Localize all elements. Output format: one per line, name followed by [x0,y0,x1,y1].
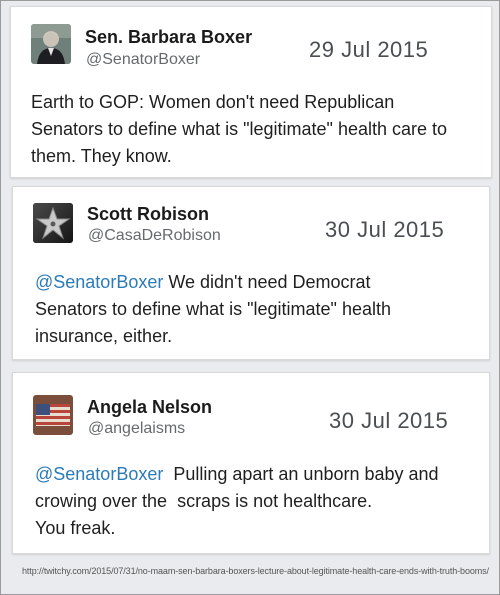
tweet-text-segment: Pulling apart an unborn baby and [163,464,439,484]
mention-link[interactable]: @SenatorBoxer [35,464,163,484]
author-handle[interactable]: @CasaDeRobison [88,227,221,245]
author-name[interactable]: Sen. Barbara Boxer [85,27,252,48]
tweet-card-robison[interactable]: Scott Robison @CasaDeRobison 30 Jul 2015… [12,186,490,360]
star-avatar-icon[interactable] [33,203,73,243]
tweet-text-line: Senators to define what is "legitimate" … [31,119,448,139]
tweet-text: Earth to GOP: Women don't need Republica… [31,89,481,170]
source-url[interactable]: http://twitchy.com/2015/07/31/no-maam-se… [22,566,489,576]
tweet-text-line: crowing over the scraps is not healthcar… [35,491,373,511]
tweet-text: @SenatorBoxer We didn't need Democrat Se… [35,269,475,350]
author-handle[interactable]: @angelaisms [88,420,185,438]
author-handle[interactable]: @SenatorBoxer [86,51,200,69]
tweet-date[interactable]: 29 Jul 2015 [309,37,428,63]
tweet-text-line: insurance, either. [35,326,173,346]
author-name[interactable]: Scott Robison [87,204,209,225]
tweet-text-line: You freak. [35,518,116,538]
tweet-text-line: them. They know. [31,146,172,166]
flag-avatar-icon[interactable] [33,395,73,435]
tweet-text-line: Senators to define what is "legitimate" … [35,299,391,319]
tweet-text-segment: We didn't need Democrat [163,272,371,292]
tweet-date[interactable]: 30 Jul 2015 [329,408,448,434]
tweet-text-line: @SenatorBoxer We didn't need Democrat [35,269,475,296]
tweet-card-nelson[interactable]: Angela Nelson @angelaisms 30 Jul 2015 @S… [12,372,490,554]
tweet-text: @SenatorBoxer Pulling apart an unborn ba… [35,461,475,542]
tweet-card-boxer[interactable]: Sen. Barbara Boxer @SenatorBoxer 29 Jul … [10,6,492,178]
mention-link[interactable]: @SenatorBoxer [35,272,163,292]
tweet-text-line: Earth to GOP: Women don't need Republica… [31,92,395,112]
author-name[interactable]: Angela Nelson [87,397,212,418]
tweet-text-line: @SenatorBoxer Pulling apart an unborn ba… [35,461,475,488]
tweet-date[interactable]: 30 Jul 2015 [325,217,444,243]
boxer-avatar-icon[interactable] [31,24,71,64]
